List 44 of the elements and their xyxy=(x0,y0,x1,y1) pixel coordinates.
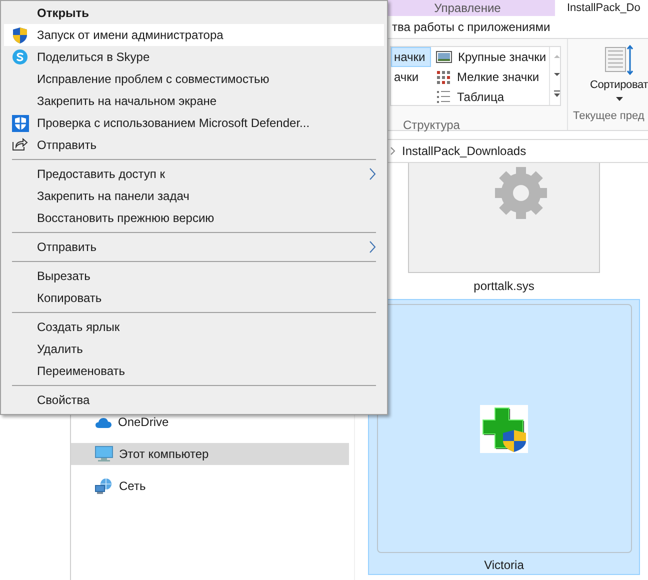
menu-item[interactable]: Восстановить прежнюю версию xyxy=(4,207,384,229)
menu-item[interactable]: Исправление проблем с совместимостью xyxy=(4,68,384,90)
file-tile[interactable]: Victoria xyxy=(368,299,640,575)
group-label: Структура xyxy=(402,117,461,134)
caret-icon xyxy=(616,96,622,102)
sort-button[interactable]: Сортироват xyxy=(591,45,647,102)
chevron-icon xyxy=(369,168,376,180)
chevron-icon xyxy=(369,241,376,253)
cloud-icon xyxy=(95,416,112,428)
expand-icon[interactable] xyxy=(552,90,561,98)
menu-item[interactable]: Закрепить на панели задач xyxy=(4,185,384,207)
group-label: Текущее пред xyxy=(573,108,646,124)
menu-item[interactable]: Предоставить доступ к xyxy=(4,163,384,185)
picture-icon xyxy=(436,51,452,63)
gear-icon xyxy=(495,167,547,219)
monitor-icon xyxy=(95,446,113,462)
medical-cross-icon xyxy=(480,404,528,452)
menu-item[interactable]: Отправить xyxy=(4,134,384,156)
view-option[interactable]: начки xyxy=(391,47,431,67)
menu-item[interactable]: Проверка с использованием Microsoft Defender... xyxy=(4,112,384,134)
menu-item[interactable]: Закрепить на начальном экране xyxy=(4,90,384,112)
scroll-down-icon[interactable] xyxy=(552,72,561,77)
sort-icon xyxy=(605,45,633,75)
sidebar-item[interactable]: Этот компьютер xyxy=(71,443,349,465)
shield-icon xyxy=(12,115,29,132)
window-title: InstallPack_Do xyxy=(567,1,640,16)
view-option[interactable]: Мелкие значки xyxy=(433,67,550,87)
share-icon xyxy=(12,137,28,151)
menu-item[interactable]: Отправить xyxy=(4,236,384,258)
view-option[interactable]: ачки xyxy=(391,67,431,87)
ribbon-tab[interactable]: тва работы с приложениями xyxy=(392,16,567,38)
skype-icon xyxy=(12,49,28,65)
menu-item[interactable]: Вырезать xyxy=(4,265,384,287)
grid-icon xyxy=(436,70,451,84)
sidebar-item[interactable]: Сеть xyxy=(71,475,349,497)
chevron-icon xyxy=(390,147,396,155)
network-icon xyxy=(95,478,113,494)
view-option[interactable]: Таблица xyxy=(433,87,550,107)
menu-item[interactable]: Запуск от имени администратора xyxy=(4,24,384,46)
list-icon xyxy=(436,90,451,104)
menu-item[interactable]: Поделиться в Skype xyxy=(4,46,384,68)
shield-icon xyxy=(12,27,28,44)
sidebar-item[interactable]: OneDrive xyxy=(71,411,349,433)
view-option[interactable]: Крупные значки xyxy=(433,47,550,67)
